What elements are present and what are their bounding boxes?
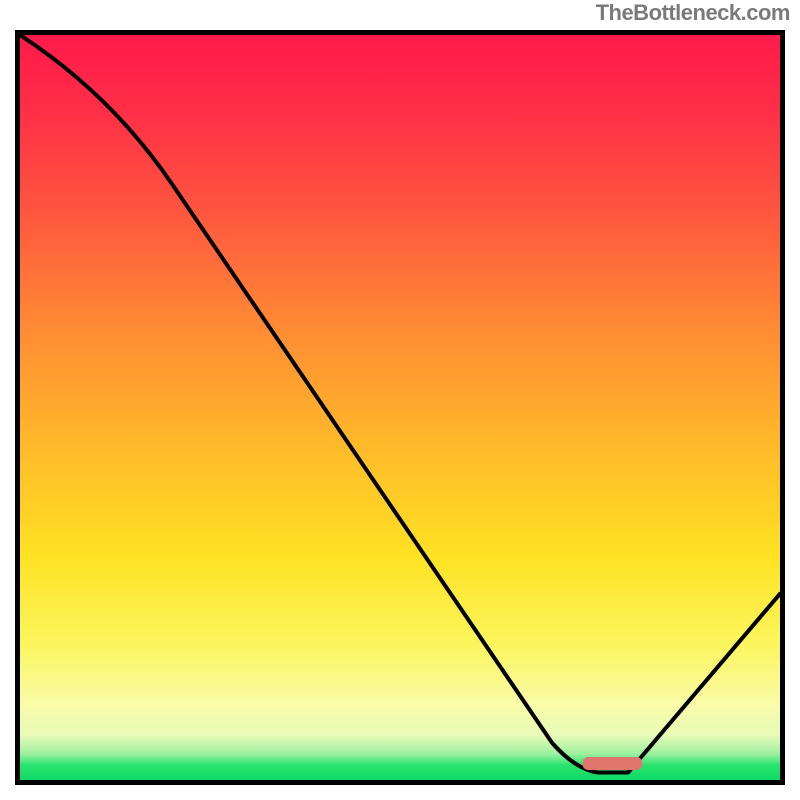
bottleneck-curve [20,35,780,773]
plot-frame [15,30,785,785]
attribution-text: TheBottleneck.com [596,0,790,26]
optimal-marker [582,757,642,770]
chart-wrapper: TheBottleneck.com [0,0,800,800]
curve-layer [20,35,780,780]
